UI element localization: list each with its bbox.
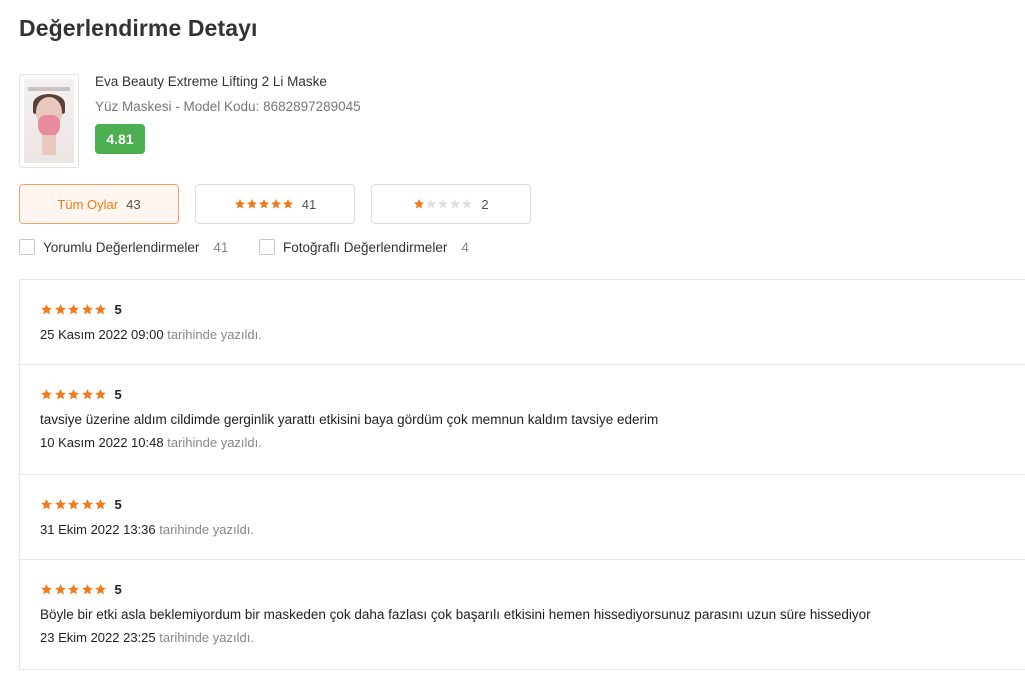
review-item: 5 25 Kasım 2022 09:00 tarihinde yazıldı. [20, 280, 1025, 365]
star-filled-icon [68, 303, 79, 314]
with-photos-filter[interactable]: Fotoğraflı Değerlendirmeler 4 [259, 239, 469, 255]
checkbox[interactable] [259, 239, 275, 255]
star-filled-icon [234, 199, 245, 209]
review-stars: 5 [40, 496, 1025, 512]
review-stars: 5 [40, 581, 1025, 597]
review-comment: Böyle bir etki asla beklemiyordum bir ma… [40, 607, 871, 622]
checkbox-label: Fotoğraflı Değerlendirmeler [283, 239, 448, 255]
filter-5-star-button[interactable]: 41 [195, 184, 355, 224]
filter-all-votes-button[interactable]: Tüm Oylar 43 [19, 184, 179, 224]
filter-count: 41 [301, 196, 317, 212]
review-date: 10 Kasım 2022 10:48 tarihinde yazıldı. [40, 435, 1025, 450]
star-filled-icon [41, 388, 52, 399]
rating-badge: 4.81 [95, 124, 145, 154]
review-score: 5 [114, 581, 122, 597]
with-comments-filter[interactable]: Yorumlu Değerlendirmeler 41 [19, 239, 228, 255]
star-filled-icon [41, 303, 52, 314]
checkbox[interactable] [19, 239, 35, 255]
star-filled-icon [81, 303, 93, 314]
one-star-icons [413, 198, 473, 210]
product-meta: Yüz Maskesi - Model Kodu: 8682897289045 [95, 99, 361, 114]
star-empty-icon [462, 199, 473, 209]
review-stars: 5 [40, 301, 1025, 317]
star-filled-icon [68, 498, 79, 509]
star-empty-icon [426, 199, 437, 209]
star-filled-icon [95, 388, 106, 399]
filter-label: Tüm Oylar [57, 196, 119, 212]
star-filled-icon [282, 199, 293, 209]
review-list: 5 25 Kasım 2022 09:00 tarihinde yazıldı.… [19, 279, 1025, 670]
product-image-art [24, 79, 74, 163]
star-filled-icon [81, 583, 93, 594]
star-filled-icon [270, 199, 281, 209]
review-date-value: 25 Kasım 2022 09:00 [40, 327, 164, 342]
review-date-value: 23 Ekim 2022 23:25 [40, 630, 156, 645]
review-date-value: 31 Ekim 2022 13:36 [40, 522, 156, 537]
product-image[interactable] [19, 74, 79, 168]
review-date: 31 Ekim 2022 13:36 tarihinde yazıldı. [40, 522, 1025, 537]
star-filled-icon [81, 498, 93, 509]
star-filled-icon [95, 303, 106, 314]
review-date: 23 Ekim 2022 23:25 tarihinde yazıldı. [40, 630, 1025, 645]
checkbox-label: Yorumlu Değerlendirmeler [43, 239, 200, 255]
star-filled-icon [414, 199, 425, 209]
checkbox-count: 4 [461, 239, 469, 255]
star-filled-icon [41, 583, 52, 594]
review-score: 5 [114, 386, 122, 402]
page-title: Değerlendirme Detayı [19, 15, 258, 41]
star-icons [40, 388, 108, 401]
star-filled-icon [54, 583, 66, 594]
review-score: 5 [114, 496, 122, 512]
review-item: 5 31 Ekim 2022 13:36 tarihinde yazıldı. [20, 475, 1025, 560]
review-comment: tavsiye üzerine aldım cildimde gerginlik… [40, 412, 659, 427]
review-date-suffix: tarihinde yazıldı. [159, 522, 254, 537]
star-filled-icon [54, 303, 66, 314]
review-date-suffix: tarihinde yazıldı. [167, 327, 262, 342]
filter-count: 2 [481, 196, 489, 212]
review-date: 25 Kasım 2022 09:00 tarihinde yazıldı. [40, 327, 1025, 342]
star-icons [40, 583, 108, 596]
star-filled-icon [246, 199, 257, 209]
star-empty-icon [450, 199, 461, 209]
review-date-value: 10 Kasım 2022 10:48 [40, 435, 164, 450]
review-date-suffix: tarihinde yazıldı. [159, 630, 254, 645]
review-score: 5 [114, 301, 122, 317]
filter-count: 43 [126, 196, 141, 212]
star-filled-icon [41, 498, 52, 509]
star-filled-icon [81, 388, 93, 399]
star-filled-icon [68, 583, 79, 594]
review-stars: 5 [40, 386, 1025, 402]
star-empty-icon [438, 199, 449, 209]
star-filled-icon [95, 498, 106, 509]
product-name[interactable]: Eva Beauty Extreme Lifting 2 Li Maske [95, 74, 327, 89]
review-item: 5 tavsiye üzerine aldım cildimde gerginl… [20, 365, 1025, 475]
review-date-suffix: tarihinde yazıldı. [167, 435, 262, 450]
review-item: 5 Böyle bir etki asla beklemiyordum bir … [20, 560, 1025, 670]
star-filled-icon [95, 583, 106, 594]
star-filled-icon [258, 199, 269, 209]
star-filled-icon [68, 388, 79, 399]
five-star-icons [234, 198, 294, 210]
filter-1-star-button[interactable]: 2 [371, 184, 531, 224]
star-icons [40, 303, 108, 316]
star-filled-icon [54, 388, 66, 399]
star-icons [40, 498, 108, 511]
checkbox-count: 41 [213, 239, 229, 255]
star-filled-icon [54, 498, 66, 509]
